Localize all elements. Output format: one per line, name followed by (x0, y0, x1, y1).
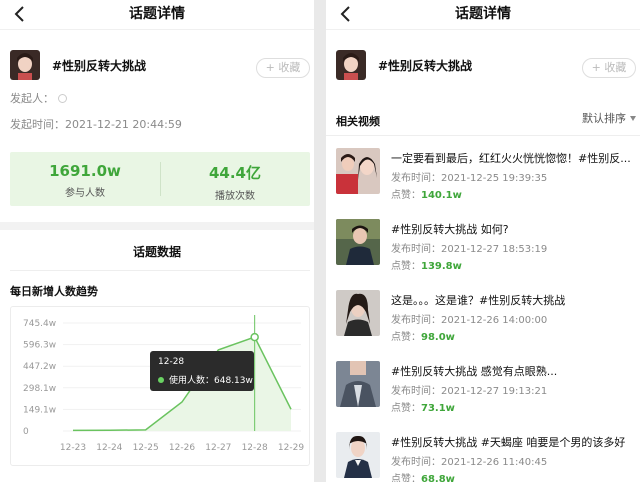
section-gap (0, 222, 314, 230)
nav-header: 话题详情 (326, 0, 640, 30)
favorite-button[interactable]: + 收藏 (582, 58, 636, 78)
initiator-avatar-icon (58, 94, 67, 103)
video-item[interactable]: #性别反转大挑战 感觉有点眼熟... 发布时间：2021-12-27 19:13… (336, 361, 636, 414)
video-thumbnail (336, 290, 380, 336)
page-title: 话题详情 (455, 6, 511, 22)
stat-value: 44.4亿 (208, 164, 261, 182)
likes-value: 140.1w (421, 190, 462, 201)
likes-value: 68.8w (421, 474, 455, 482)
likes-label: 点赞： (391, 403, 421, 414)
daily-new-users-chart: 745.4w 596.3w 447.2w 298.1w 149.1w 0 12-23 12-2… (10, 306, 310, 466)
trend-title: 每日新增人数趋势 (10, 285, 98, 298)
video-item[interactable]: 一定要看到最后，红红火火恍恍惚惚！#性别反... 发布时间：2021-12-25… (336, 148, 636, 201)
likes-label: 点赞： (391, 190, 421, 201)
topic-row: #性别反转大挑战 + 收藏 (0, 30, 314, 98)
video-item[interactable]: #性别反转大挑战 #天蝎座 咱要是个男的该多好 发布时间：2021-12-26 … (336, 432, 636, 482)
video-thumbnail (336, 148, 380, 194)
video-item[interactable]: #性别反转大挑战 如何? 发布时间：2021-12-27 18:53:19 点赞… (336, 219, 636, 272)
x-tick-label: 12-26 (169, 443, 195, 453)
video-thumbnail (336, 219, 380, 265)
series-dot-icon (158, 377, 164, 383)
video-likes: 点赞：140.1w (391, 186, 462, 201)
sort-label: 默认排序 (582, 112, 626, 125)
likes-value: 139.8w (421, 261, 462, 272)
y-tick-label: 0 (23, 427, 29, 437)
topic-stats: 1691.0w 参与人数 44.4亿 播放次数 (10, 152, 310, 206)
topic-avatar (336, 50, 366, 80)
back-arrow-icon[interactable] (336, 4, 356, 24)
likes-value: 98.0w (421, 332, 455, 343)
video-likes: 点赞：139.8w (391, 257, 462, 272)
video-title: #性别反转大挑战 #天蝎座 咱要是个男的该多好 (391, 436, 626, 449)
topic-avatar (10, 50, 40, 80)
initiator: 发起人： (10, 90, 67, 106)
y-tick-label: 745.4w (23, 319, 56, 329)
section-title: 话题数据 (132, 245, 181, 259)
page-title: 话题详情 (129, 6, 185, 22)
video-title: 一定要看到最后，红红火火恍恍惚惚！#性别反... (391, 152, 631, 165)
tooltip-date: 12-28 (158, 357, 185, 367)
video-likes: 点赞：98.0w (391, 328, 455, 343)
chart-tooltip: 12-28 使用人数：648.13w (150, 351, 254, 391)
y-tick-label: 149.1w (23, 405, 56, 415)
initiator-label: 发起人： (10, 92, 54, 105)
stat-plays: 44.4亿 播放次数 (160, 152, 310, 202)
divider (10, 270, 310, 271)
related-title: 相关视频 (336, 115, 380, 128)
x-tick-label: 12-25 (133, 443, 159, 453)
topic-detail-panel-left: 话题详情 #性别反转大挑战 + 收藏 发起人： 发起时间：2021-12-21 … (0, 0, 314, 482)
tooltip-label: 使用人数： (169, 376, 215, 386)
stat-value: 1691.0w (49, 162, 121, 180)
video-thumbnail (336, 361, 380, 407)
video-title: #性别反转大挑战 如何? (391, 223, 509, 236)
topic-name: #性别反转大挑战 (52, 59, 147, 73)
likes-value: 73.1w (421, 403, 455, 414)
video-thumbnail (336, 432, 380, 478)
likes-label: 点赞： (391, 261, 421, 272)
video-time: 发布时间：2021-12-27 19:13:21 (391, 386, 548, 397)
stat-participants: 1691.0w 参与人数 (10, 152, 160, 199)
y-tick-label: 298.1w (23, 384, 56, 394)
back-arrow-icon[interactable] (10, 4, 30, 24)
topic-detail-panel-right: 话题详情 #性别反转大挑战 + 收藏 相关视频 默认排序 一定要看到最后，红红火… (326, 0, 640, 482)
topic-name: #性别反转大挑战 (378, 59, 473, 73)
tooltip-value: 648.13w (214, 376, 253, 386)
video-time: 发布时间：2021-12-25 19:39:35 (391, 173, 548, 184)
likes-label: 点赞： (391, 332, 421, 343)
x-tick-label: 12-24 (96, 443, 122, 453)
x-tick-label: 12-29 (278, 443, 304, 453)
video-likes: 点赞：68.8w (391, 470, 455, 482)
sort-dropdown[interactable]: 默认排序 (582, 110, 636, 126)
x-tick-label: 12-28 (242, 443, 268, 453)
data-point-highlight (250, 332, 259, 342)
related-videos-header: 相关视频 默认排序 (336, 110, 636, 128)
video-time: 发布时间：2021-12-26 11:40:45 (391, 457, 548, 468)
video-likes: 点赞：73.1w (391, 399, 455, 414)
caret-down-icon (630, 116, 636, 121)
topic-row: #性别反转大挑战 + 收藏 (326, 30, 640, 98)
favorite-button[interactable]: + 收藏 (256, 58, 310, 78)
x-tick-label: 12-23 (60, 443, 86, 453)
y-tick-label: 596.3w (23, 341, 56, 351)
likes-label: 点赞： (391, 474, 421, 482)
y-tick-label: 447.2w (23, 362, 56, 372)
tooltip-line: 使用人数：648.13w (158, 373, 253, 386)
video-title: #性别反转大挑战 感觉有点眼熟... (391, 365, 558, 378)
video-time: 发布时间：2021-12-27 18:53:19 (391, 244, 548, 255)
video-time: 发布时间：2021-12-26 14:00:00 (391, 315, 548, 326)
nav-header: 话题详情 (0, 0, 314, 30)
stat-label: 播放次数 (215, 191, 255, 202)
start-time: 发起时间：2021-12-21 20:44:59 (10, 118, 182, 131)
divider (326, 135, 640, 136)
video-title: 这是。。。这是谁？#性别反转大挑战 (391, 294, 566, 307)
x-tick-label: 12-27 (205, 443, 231, 453)
stat-label: 参与人数 (65, 188, 105, 199)
video-item[interactable]: 这是。。。这是谁？#性别反转大挑战 发布时间：2021-12-26 14:00:… (336, 290, 636, 343)
